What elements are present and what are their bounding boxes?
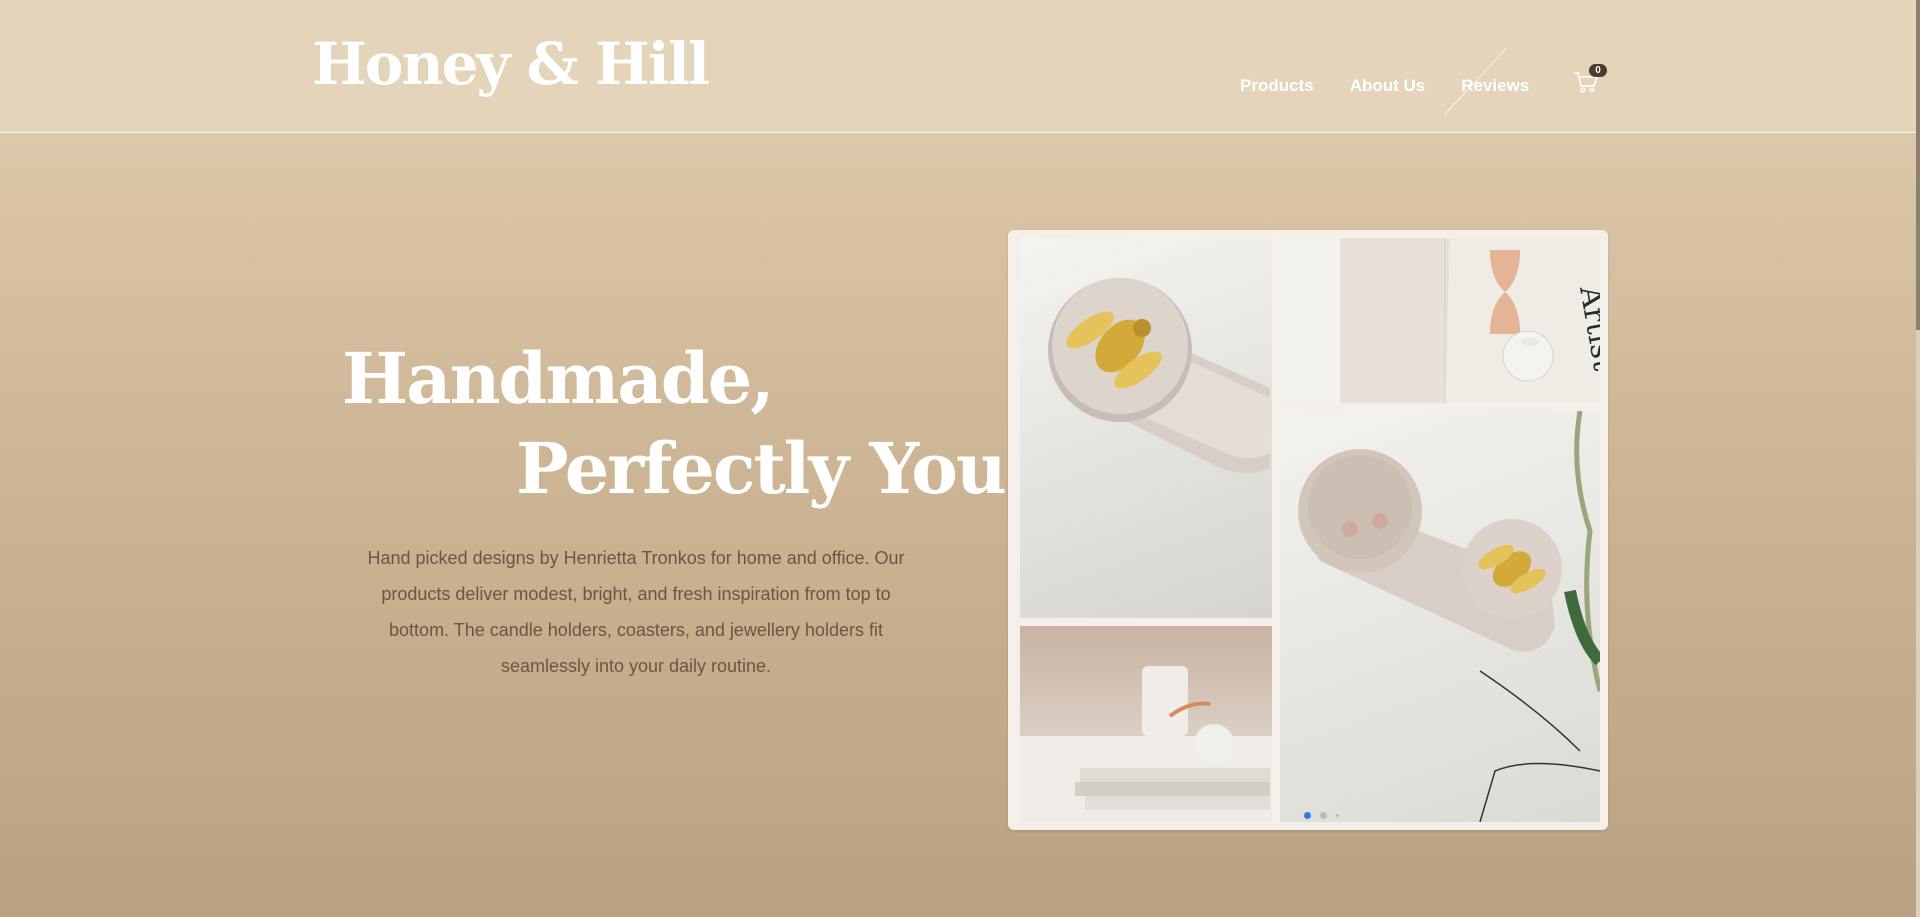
carousel-dot-1[interactable] <box>1304 812 1311 819</box>
page-scrollbar[interactable] <box>1916 0 1920 917</box>
main-nav: Products About Us Reviews <box>1240 76 1565 96</box>
bee-lid-jewellery-box-image[interactable] <box>1020 238 1272 618</box>
candle-on-books-image[interactable] <box>1020 626 1272 822</box>
brand-logo[interactable]: Honey & Hill <box>312 30 710 98</box>
hero-title-line2: Perfectly You <box>516 427 1007 510</box>
site-header: Honey & Hill Products About Us Reviews 0 <box>0 0 1920 133</box>
hero-title-line1: Handmade, <box>342 337 775 420</box>
nav-about-us[interactable]: About Us <box>1350 76 1426 96</box>
nav-products[interactable]: Products <box>1240 76 1314 96</box>
product-gallery-carousel[interactable]: Artist <box>1008 230 1608 830</box>
cart-count-badge: 0 <box>1589 64 1607 77</box>
carousel-dot-3[interactable] <box>1336 814 1339 817</box>
hero-description: Hand picked designs by Henrietta Tronkos… <box>367 548 905 676</box>
carousel-dots <box>1304 812 1339 819</box>
hourglass-and-candle-image[interactable]: Artist <box>1280 238 1600 403</box>
carousel-dot-2[interactable] <box>1320 812 1327 819</box>
jewellery-box-with-earrings-image[interactable] <box>1280 411 1600 822</box>
scrollbar-thumb[interactable] <box>1916 0 1920 330</box>
